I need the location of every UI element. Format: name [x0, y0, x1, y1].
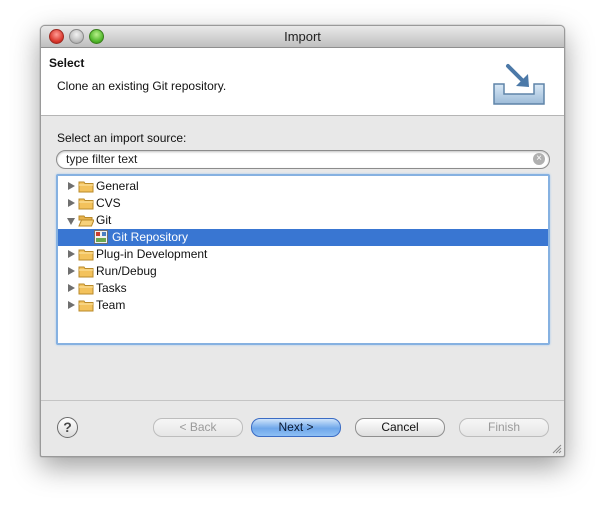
import-dialog: Import Select Clone an existing Git repo… [40, 25, 565, 457]
tree-item-label: Plug-in Development [96, 247, 208, 261]
tree-item-label: Tasks [96, 281, 127, 295]
page-title: Select [49, 56, 85, 70]
finish-button[interactable]: Finish [459, 418, 549, 437]
folder-icon [78, 249, 94, 261]
folder-icon [78, 300, 94, 312]
tree-item-label: Team [96, 298, 126, 312]
next-button[interactable]: Next > [251, 418, 341, 437]
import-wizard-icon [493, 64, 545, 105]
wizard-header: Select Clone an existing Git repository. [41, 48, 564, 116]
back-button[interactable]: < Back [153, 418, 243, 437]
tree-item-cvs[interactable]: CVS [58, 195, 548, 212]
tree-item-team[interactable]: Team [58, 297, 548, 314]
tree-item-git-repository[interactable]: Git Repository [58, 229, 548, 246]
folder-icon [78, 283, 94, 295]
expand-arrow-icon[interactable] [68, 199, 75, 207]
expand-arrow-icon[interactable] [68, 267, 75, 275]
expand-arrow-icon[interactable] [68, 182, 75, 190]
title-bar[interactable]: Import [41, 26, 564, 48]
help-button[interactable]: ? [57, 417, 78, 438]
import-source-label: Select an import source: [57, 131, 187, 145]
folder-icon [78, 181, 94, 193]
resize-grip-icon[interactable] [552, 444, 562, 454]
button-bar-divider [41, 400, 564, 401]
filter-input[interactable] [66, 152, 526, 166]
tree-item-label: General [96, 179, 139, 193]
window-title: Import [284, 29, 321, 44]
tree-item-tasks[interactable]: Tasks [58, 280, 548, 297]
tree-item-label: Run/Debug [96, 264, 157, 278]
tree-item-git[interactable]: Git [58, 212, 548, 229]
cancel-button[interactable]: Cancel [355, 418, 445, 437]
folder-icon [78, 198, 94, 210]
expand-arrow-icon[interactable] [68, 284, 75, 292]
import-source-tree[interactable]: General CVS Git Git Repository Plug-in D… [56, 174, 550, 345]
tree-item-label: CVS [96, 196, 121, 210]
folder-icon [78, 266, 94, 278]
tree-item-general[interactable]: General [58, 178, 548, 195]
git-repository-icon [94, 230, 108, 244]
collapse-arrow-icon[interactable] [67, 218, 75, 225]
tree-item-plugin-development[interactable]: Plug-in Development [58, 246, 548, 263]
tree-item-label: Git [96, 213, 112, 227]
page-description: Clone an existing Git repository. [57, 79, 227, 93]
clear-filter-icon[interactable]: × [533, 153, 545, 165]
folder-open-icon [78, 215, 94, 227]
filter-field[interactable]: × [56, 150, 550, 169]
tree-item-run-debug[interactable]: Run/Debug [58, 263, 548, 280]
expand-arrow-icon[interactable] [68, 250, 75, 258]
expand-arrow-icon[interactable] [68, 301, 75, 309]
tree-item-label: Git Repository [112, 230, 189, 244]
